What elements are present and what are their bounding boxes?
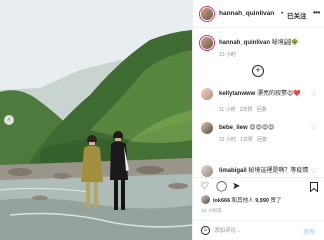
author-avatar[interactable] <box>201 8 213 20</box>
likes-others-label: 和其他人 <box>231 198 254 204</box>
bookmark-icon[interactable] <box>310 182 318 195</box>
comment-time: 12 小时 <box>219 137 236 143</box>
comment-text-block: kellytanwww 漂亮的寂寥😍❤️ <box>219 90 315 98</box>
comment-text: 漂亮的寂寥😍❤️ <box>257 91 301 97</box>
likes-suffix: 赞了 <box>270 198 282 204</box>
more-horizontal-icon[interactable]: ••• <box>313 8 320 17</box>
liker-avatar[interactable] <box>201 195 210 204</box>
caption-avatar[interactable] <box>201 37 213 49</box>
emoji-icon[interactable]: ☺ <box>201 226 210 235</box>
post-side-panel: hannah_quinlivan • 已关注 ••• hannah_quinli… <box>192 0 324 240</box>
comment-like-heart-icon[interactable]: ♡ <box>311 168 316 175</box>
comment-reply-link[interactable]: 回复 <box>257 107 267 113</box>
author-username[interactable]: hannah_quinlivan <box>219 10 274 17</box>
post-timestamp[interactable]: 12 小时前 <box>201 208 222 214</box>
comment-reply-link[interactable]: 回复 <box>257 137 267 143</box>
river-valley-photo <box>0 0 192 240</box>
caption-username[interactable]: hannah_quinlivan <box>219 40 270 46</box>
liker-username[interactable]: lok666 <box>213 198 230 204</box>
comments-list: hannah_quinlivan 秘境🏞🌳 13 小时 + kellytanww… <box>193 29 324 177</box>
following-button[interactable]: 已关注 <box>287 10 307 20</box>
previous-photo-arrow-icon[interactable]: ‹ <box>4 115 14 125</box>
comment-text: 秘境這裡是啊？等疫情 <box>248 168 309 174</box>
paper-plane-icon[interactable]: ➤ <box>232 182 240 192</box>
post-photo[interactable]: ‹ <box>0 0 192 240</box>
caption-text-block: hannah_quinlivan 秘境🏞🌳 <box>219 39 315 47</box>
add-comment-bar: ☺ 发布 <box>193 220 324 240</box>
comment-like-heart-icon[interactable]: ♡ <box>311 125 316 132</box>
comment-username[interactable]: kellytanwww <box>219 91 255 97</box>
post-action-bar: ♡ ◯ ➤ <box>193 177 324 195</box>
heart-icon[interactable]: ♡ <box>200 182 209 192</box>
caption-text: 秘境🏞🌳 <box>271 40 299 46</box>
commenter-avatar[interactable] <box>201 122 213 134</box>
comment-meta: 12 小时 1次赞 回复 <box>219 136 267 143</box>
comment-text-block: limabigail 秘境這裡是啊？等疫情 <box>219 167 315 175</box>
comment-time: 11 小时 <box>219 107 236 113</box>
commenter-avatar[interactable] <box>201 88 213 100</box>
commenter-avatar[interactable] <box>201 165 213 177</box>
comment-username[interactable]: limabigail <box>219 168 247 174</box>
likes-count[interactable]: 9,990 <box>255 198 269 204</box>
instagram-post-view: ‹ hannah_quinlivan • 已关注 ••• hannah_quin… <box>0 0 324 240</box>
comment-meta: 11 小时 2次赞 回复 <box>219 106 267 113</box>
comment-likes[interactable]: 2次赞 <box>240 107 253 113</box>
comment-text: 😍😍😍😍 <box>249 125 275 131</box>
load-more-comments-icon[interactable]: + <box>252 65 264 77</box>
comment-icon[interactable]: ◯ <box>216 182 227 192</box>
comment-input[interactable] <box>214 225 298 237</box>
post-comment-button[interactable]: 发布 <box>303 227 315 236</box>
comment-text-block: bebe_liew 😍😍😍😍 <box>219 124 315 132</box>
comment-username[interactable]: bebe_liew <box>219 125 248 131</box>
post-header: hannah_quinlivan • 已关注 ••• <box>193 0 324 28</box>
caption-time: 13 小时 <box>219 52 236 58</box>
comment-likes[interactable]: 1次赞 <box>240 137 253 143</box>
likes-summary: lok666 和其他人 9,990 赞了 <box>193 195 324 207</box>
likes-text: lok666 和其他人 9,990 赞了 <box>213 196 282 204</box>
separator-dot: • <box>281 10 284 17</box>
comment-like-heart-icon[interactable]: ♡ <box>311 91 316 98</box>
